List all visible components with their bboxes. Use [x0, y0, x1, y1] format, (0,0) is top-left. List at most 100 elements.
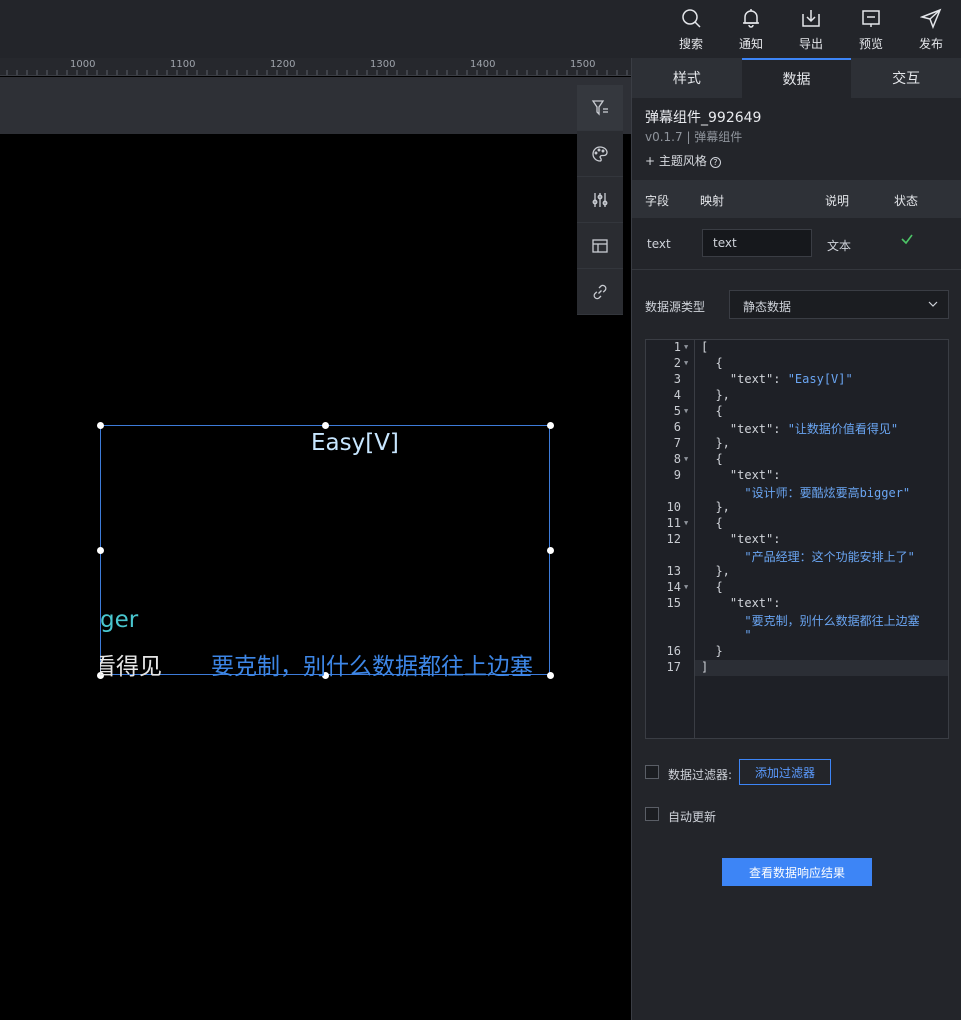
resize-handle-left[interactable] — [96, 546, 104, 554]
export-icon — [802, 10, 820, 27]
resize-handle-top[interactable] — [321, 421, 329, 429]
field-name: text — [647, 237, 671, 251]
danmu-clip: 看得见 — [100, 645, 162, 677]
search-label: 搜索 — [678, 37, 703, 51]
theme-style-label: + 主题风格 — [645, 154, 707, 168]
line-number: 6 — [673, 420, 681, 434]
link-tool-button[interactable] — [577, 269, 623, 315]
top-actions: 搜索 通知 导出 预览 发布 — [661, 0, 961, 58]
fold-arrow-icon[interactable]: ▼ — [684, 343, 688, 351]
code-string: "让数据价值看得见" — [787, 422, 899, 436]
datasource-type-select[interactable]: 静态数据 — [729, 290, 949, 319]
fold-arrow-icon[interactable]: ▼ — [684, 519, 688, 527]
component-name: 弹幕组件_992649 — [645, 110, 762, 126]
code-line: { — [701, 452, 723, 466]
help-icon[interactable]: ? — [709, 157, 721, 168]
fold-arrow-icon[interactable]: ▼ — [684, 455, 688, 463]
ruler-label: 1400 — [470, 59, 496, 70]
preview-button[interactable]: 预览 — [841, 0, 901, 58]
danmu-text: 要克制，别什么数据都往上边塞 — [211, 654, 533, 677]
auto-update-checkbox[interactable] — [645, 807, 659, 821]
mapping-input[interactable] — [702, 229, 812, 257]
code-string-wrapped: " — [701, 628, 752, 642]
table-row: text 文本 — [632, 218, 961, 270]
fold-arrow-icon[interactable]: ▼ — [684, 407, 688, 415]
fold-arrow-icon[interactable]: ▼ — [684, 583, 688, 591]
publish-button[interactable]: 发布 — [901, 0, 961, 58]
theme-style-link[interactable]: + 主题风格? — [645, 152, 721, 169]
fold-arrow-icon[interactable]: ▼ — [684, 359, 688, 367]
export-button[interactable]: 导出 — [781, 0, 841, 58]
code-line: "text": "让数据价值看得见" — [701, 420, 898, 437]
tab-style[interactable]: 样式 — [632, 58, 742, 98]
panel-tabs: 样式 数据 交互 — [632, 58, 961, 98]
add-filter-button[interactable]: 添加过滤器 — [739, 759, 831, 785]
tab-data[interactable]: 数据 — [741, 58, 852, 98]
danmu-text: Easy[V] — [311, 430, 399, 456]
filter-label: 数据过滤器: — [668, 768, 733, 782]
ruler-label: 1300 — [370, 59, 396, 70]
code-line: }, — [701, 388, 730, 402]
line-number: 2 — [673, 356, 681, 370]
preview-icon — [862, 10, 880, 27]
header-field: 字段 — [645, 194, 670, 208]
code-key: "text": — [701, 372, 788, 386]
bell-icon — [743, 9, 759, 28]
line-number: 12 — [666, 532, 681, 546]
code-key: "text": — [701, 422, 788, 436]
header-mapping: 映射 — [700, 194, 725, 208]
theme-tool-button[interactable] — [577, 131, 623, 177]
search-icon — [682, 9, 701, 28]
code-line: }, — [701, 436, 730, 450]
ruler-label: 1500 — [570, 59, 596, 70]
filter-checkbox[interactable] — [645, 765, 659, 779]
code-line: { — [701, 580, 723, 594]
datasource-type-label: 数据源类型 — [645, 300, 706, 314]
code-line: }, — [701, 500, 730, 514]
danmu-text: ger — [100, 607, 139, 633]
line-number: 11 — [666, 516, 681, 530]
check-icon — [901, 234, 913, 245]
resize-handle-top-left[interactable] — [96, 421, 104, 429]
header-desc: 说明 — [825, 194, 850, 208]
floating-toolbar — [577, 85, 623, 315]
resize-handle-right[interactable] — [546, 546, 554, 554]
code-string-wrapped: "设计师：要酷炫要高bigger" — [701, 486, 911, 500]
resize-handle-top-right[interactable] — [546, 421, 554, 429]
line-number: 10 — [666, 500, 681, 514]
adjust-tool-button[interactable] — [577, 177, 623, 223]
layout-icon — [592, 238, 608, 253]
line-number: 15 — [666, 596, 681, 610]
preview-label: 预览 — [858, 37, 883, 51]
line-number: 1 — [673, 340, 681, 354]
publish-label: 发布 — [918, 37, 943, 51]
ruler-label: 1200 — [270, 59, 296, 70]
line-number: 7 — [673, 436, 681, 450]
component-version: v0.1.7 | 弹幕组件 — [645, 130, 743, 144]
ruler-label: 1100 — [170, 59, 196, 70]
filter-icon — [591, 99, 608, 116]
notification-label: 通知 — [738, 37, 763, 51]
filter-tool-button[interactable] — [577, 85, 623, 131]
view-result-button[interactable]: 查看数据响应结果 — [722, 858, 872, 886]
json-code-editor[interactable]: 1 ▼[2 ▼ {3 "text": "Easy[V]" 4 }, 5 ▼ {6 "tex… — [645, 339, 949, 739]
layout-tool-button[interactable] — [577, 223, 623, 269]
code-line: ] — [701, 660, 709, 674]
line-number: 3 — [673, 372, 681, 386]
app-root: 搜索 通知 导出 预览 发布 1000 1100 1200 1300 1400 … — [0, 0, 961, 1020]
field-desc: 文本 — [827, 239, 852, 253]
code-string: "Easy[V]" — [787, 372, 853, 386]
code-line: } — [701, 644, 723, 658]
tab-interaction[interactable]: 交互 — [851, 58, 961, 98]
auto-update-label: 自动更新 — [668, 810, 717, 824]
canvas-background-band — [0, 77, 631, 134]
chevron-down-icon — [928, 301, 938, 307]
top-bar: 搜索 通知 导出 预览 发布 — [0, 0, 961, 58]
notification-button[interactable]: 通知 — [721, 0, 781, 58]
palette-icon — [592, 145, 608, 162]
search-button[interactable]: 搜索 — [661, 0, 721, 58]
line-number: 5 — [673, 404, 681, 418]
code-line: "text": — [701, 596, 781, 610]
code-string-wrapped: "产品经理：这个功能安排上了" — [701, 550, 915, 564]
code-line: { — [701, 356, 723, 370]
